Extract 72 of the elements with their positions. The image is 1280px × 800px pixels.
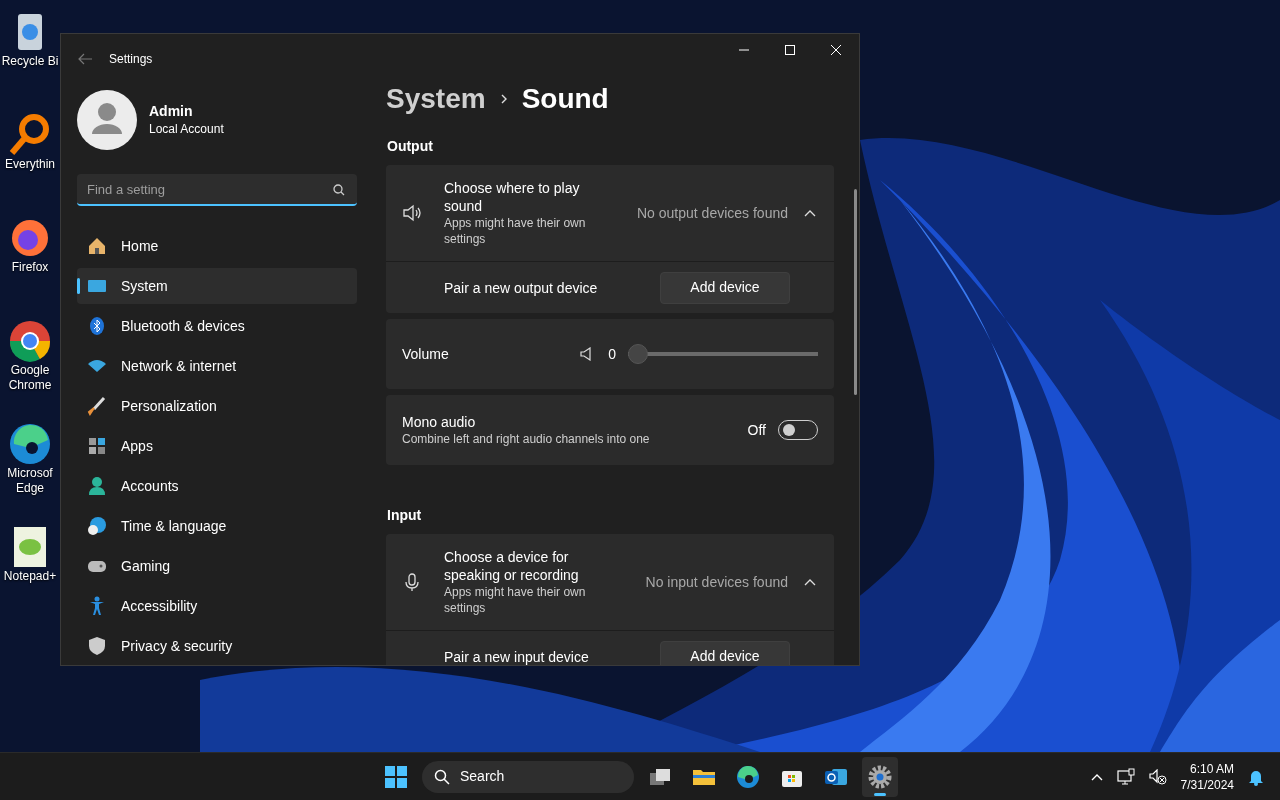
setting-label: Pair a new output device: [444, 278, 598, 297]
sidebar-item[interactable]: Network & internet: [77, 348, 357, 384]
sidebar-item[interactable]: System: [77, 268, 357, 304]
taskbar-search[interactable]: Search: [422, 760, 634, 793]
section-heading: Input: [387, 506, 423, 525]
maximize-icon[interactable]: [785, 45, 795, 55]
sidebar-item[interactable]: Accessibility: [77, 588, 357, 624]
toggle-state: Off: [747, 420, 766, 440]
speaker-icon: [580, 347, 593, 361]
page-title: Sound: [521, 84, 609, 116]
chevron-icon[interactable]: [804, 209, 816, 217]
sidebar-item[interactable]: Time & language: [77, 508, 357, 544]
close-icon[interactable]: [831, 45, 841, 55]
chevron-icon[interactable]: [804, 578, 816, 586]
bluetooth-icon: [87, 316, 107, 336]
globe-clock-icon: [87, 516, 107, 536]
add-device-button[interactable]: Add device: [660, 271, 790, 304]
setting-description: Apps might have their own settings: [444, 584, 587, 616]
status-text: No input devices found: [645, 572, 788, 592]
back-arrow-icon[interactable]: [77, 53, 93, 65]
icon-label: Firefox: [11, 260, 49, 275]
setting-title: Mono audio: [402, 413, 477, 431]
setting-title: Choose where to play sound: [444, 179, 581, 215]
sidebar-item[interactable]: Personalization: [77, 388, 357, 424]
icon-label: Chrome: [8, 378, 52, 393]
icon-label: Google: [10, 363, 50, 378]
breadcrumb-link[interactable]: System: [386, 84, 486, 120]
sidebar-item[interactable]: Gaming: [77, 548, 357, 584]
section-heading: Output: [387, 137, 434, 156]
account-type: Local Account: [149, 121, 224, 138]
setting-description: Combine left and right audio channels into one: [402, 431, 650, 447]
slider-thumb[interactable]: [628, 344, 648, 364]
account-name: Admin: [149, 102, 194, 120]
icon-label: Microsof: [7, 466, 53, 481]
setting-description: Apps might have their own settings: [444, 215, 587, 247]
muted-speaker-icon[interactable]: [1148, 768, 1167, 785]
house-icon: [87, 236, 107, 256]
icon-label: Everythin: [5, 157, 55, 172]
volume-reading: 0: [608, 344, 616, 364]
window-title: Settings: [109, 51, 153, 68]
speaker-icon: [402, 203, 422, 223]
setting-title: Volume: [402, 345, 449, 363]
search-field[interactable]: Find a setting: [77, 174, 357, 206]
network-icon[interactable]: [1116, 767, 1135, 786]
gear-icon: [868, 764, 892, 789]
status-text: No output devices found: [637, 203, 788, 223]
icon-label: Notepad+: [3, 569, 57, 584]
chevron-right-icon: [499, 93, 508, 105]
chevron-up-icon[interactable]: [1090, 772, 1103, 781]
icon-label: Recycle Bi: [1, 54, 59, 69]
taskbar-app[interactable]: [862, 756, 898, 797]
swirl-icon: [736, 764, 760, 789]
sidebar-item[interactable]: Bluetooth & devices: [77, 308, 357, 344]
person-icon: [87, 476, 107, 496]
setting-label: Pair a new input device: [444, 647, 589, 665]
sidebar-item[interactable]: Privacy & security: [77, 628, 357, 664]
setting-title: Choose a device for speaking or recording: [444, 548, 580, 584]
search-icon: [434, 768, 450, 785]
icon-label: Edge: [16, 481, 44, 496]
app-grid-icon: [87, 436, 107, 456]
sidebar-item[interactable]: Apps: [77, 428, 357, 464]
windows-logo-icon: [384, 764, 408, 789]
add-device-button[interactable]: Add device: [660, 640, 790, 665]
shield-icon: [87, 636, 107, 656]
brush-icon: [87, 396, 107, 416]
clock[interactable]: 6:10 AM 7/31/2024: [1180, 760, 1234, 793]
sidebar-item[interactable]: Accounts: [77, 468, 357, 504]
sidebar-item[interactable]: Home: [77, 228, 357, 264]
microphone-icon: [402, 572, 422, 592]
scrollbar[interactable]: [854, 189, 857, 395]
avatar-icon: [77, 90, 137, 150]
search-icon: [333, 184, 345, 196]
